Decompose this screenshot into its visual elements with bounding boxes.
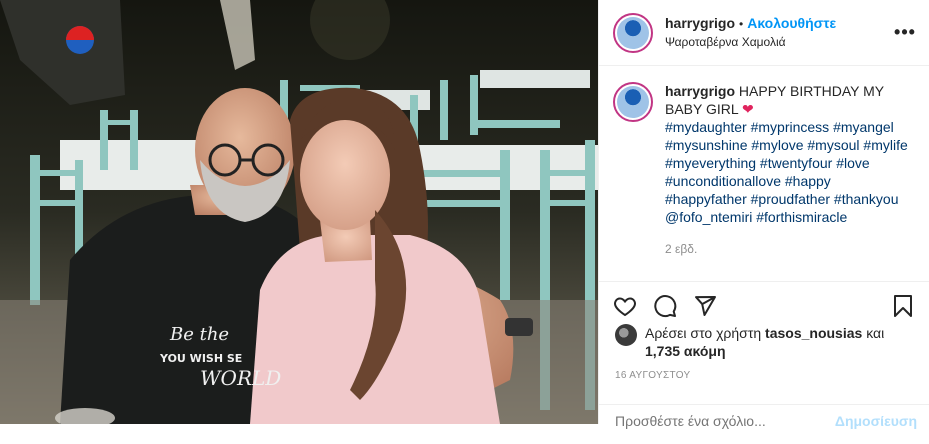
bookmark-icon[interactable]: [889, 292, 917, 320]
liker-username[interactable]: tasos_nousias: [765, 325, 862, 341]
post-header: harrygrigo • Ακολουθήστε Ψαροταβέρνα Χαμολ…: [599, 0, 929, 66]
avatar-image: [617, 86, 649, 118]
caption-hashtags[interactable]: #mydaughter #myprincess #myangel #mysuns…: [665, 119, 908, 225]
heart-icon[interactable]: [611, 292, 639, 320]
caption: harrygrigo HAPPY BIRTHDAY MY BABY GIRL ❤…: [599, 66, 929, 258]
shirt-text-2: YOU WISH SE: [159, 352, 242, 365]
instagram-post: Be the YOU WISH SE WORLD harrygrigo • Ακολ…: [0, 0, 929, 429]
heart-emoji-icon: ❤: [742, 101, 754, 117]
likes-prefix: Αρέσει στο χρήστη: [645, 325, 762, 341]
shirt-text-3: WORLD: [200, 366, 281, 390]
follow-button[interactable]: Ακολουθήστε: [747, 15, 836, 31]
more-options-icon[interactable]: •••: [893, 22, 917, 43]
shirt-text-1: Be the: [169, 324, 229, 345]
caption-username[interactable]: harrygrigo: [665, 83, 735, 99]
author-avatar[interactable]: [613, 12, 653, 53]
separator-dot: •: [739, 17, 744, 31]
comment-icon[interactable]: [651, 292, 679, 320]
liker-avatar[interactable]: [615, 324, 637, 346]
caption-avatar[interactable]: [613, 82, 653, 122]
avatar-image: [617, 16, 649, 49]
author-username[interactable]: harrygrigo: [665, 15, 735, 31]
post-comment-button[interactable]: Δημοσίευση: [835, 413, 917, 429]
likes-count[interactable]: 1,735 ακόμη: [645, 343, 726, 359]
likes-middle: και: [866, 325, 885, 341]
post-date[interactable]: 16 ΑΥΓΟΥΣΤΟΥ: [615, 370, 690, 381]
comment-input[interactable]: [615, 413, 835, 429]
header-text: harrygrigo • Ακολουθήστε Ψαροταβέρνα Χαμολ…: [665, 14, 893, 51]
comment-bar: Δημοσίευση: [599, 404, 929, 444]
post-photo[interactable]: Be the YOU WISH SE WORLD: [0, 0, 598, 424]
caption-time[interactable]: 2 εβδ.: [665, 240, 915, 258]
likes-text: Αρέσει στο χρήστη tasos_nousias και 1,73…: [645, 324, 884, 360]
post-side-panel: harrygrigo • Ακολουθήστε Ψαροταβέρνα Χαμολ…: [598, 0, 929, 429]
share-icon[interactable]: [691, 292, 719, 320]
post-location[interactable]: Ψαροταβέρνα Χαμολιά: [665, 33, 893, 51]
caption-body: harrygrigo HAPPY BIRTHDAY MY BABY GIRL ❤…: [665, 82, 915, 258]
action-bar: [599, 281, 929, 330]
photo-illustration: Be the YOU WISH SE WORLD: [0, 0, 598, 424]
likes-summary: Αρέσει στο χρήστη tasos_nousias και 1,73…: [615, 324, 917, 360]
